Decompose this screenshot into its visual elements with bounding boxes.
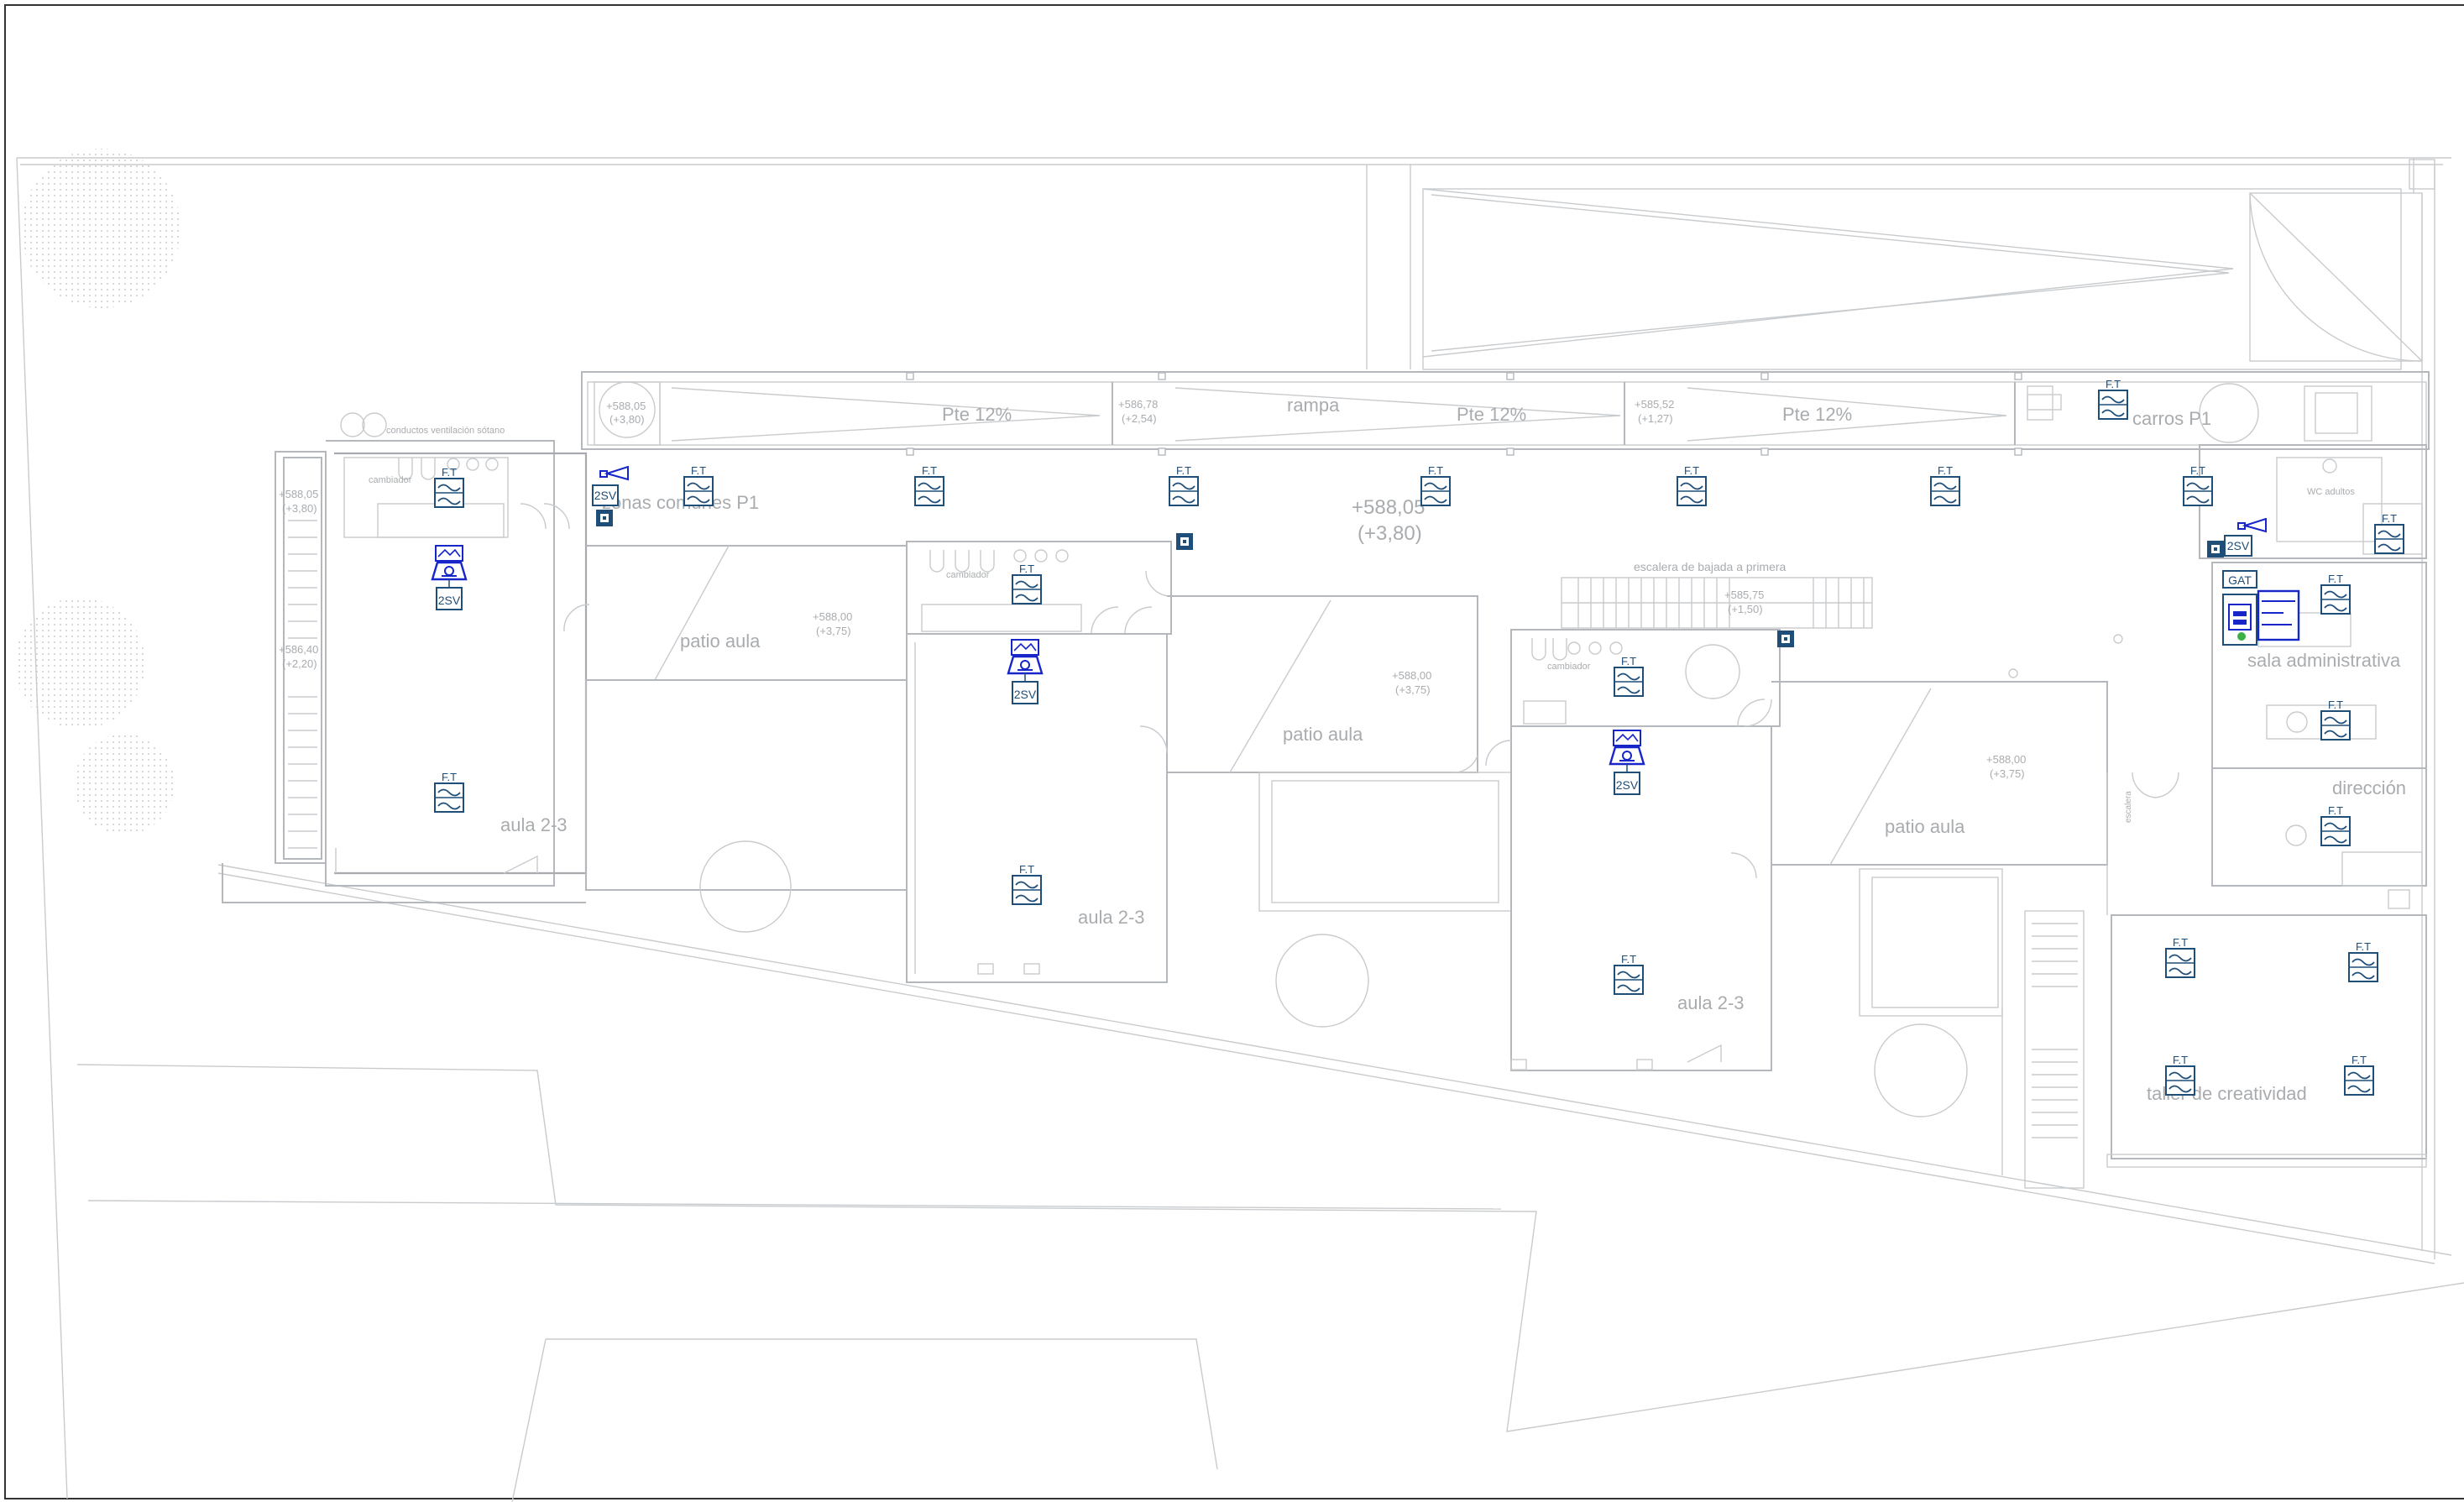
level-label: (+3,80) xyxy=(282,502,317,515)
level-label: +586,40 xyxy=(279,643,318,656)
status-dot xyxy=(2237,632,2246,641)
telecom-outlet-icon[interactable] xyxy=(1614,953,1644,995)
telecom-outlet-icon[interactable] xyxy=(1930,464,1960,506)
telecom-outlet-icon[interactable] xyxy=(914,464,944,506)
splitter-label: 2SV xyxy=(438,594,461,607)
label-cambiador: cambiador xyxy=(946,570,990,580)
room-label-patio: patio aula xyxy=(680,631,761,652)
level-label: (+3,75) xyxy=(1990,767,2025,780)
room-label-rampa: rampa xyxy=(1287,395,1340,416)
label-escalera: escalera de bajada a primera xyxy=(1634,560,1787,573)
level-label: +586,78 xyxy=(1118,398,1158,411)
wall-socket-icon[interactable] xyxy=(2207,541,2224,557)
telecom-outlet-icon[interactable] xyxy=(1012,563,1042,604)
level-label: +588,00 xyxy=(1392,669,1431,682)
splitter-label: 2SV xyxy=(1014,688,1037,701)
level-label: +588,05 xyxy=(279,488,318,500)
antenna-icon[interactable] xyxy=(2237,518,2267,532)
telecom-outlets xyxy=(434,378,2404,1096)
telecom-cabinet[interactable]: GAT xyxy=(2222,570,2300,646)
site-outline xyxy=(16,157,2464,1502)
room-label-patio: patio aula xyxy=(1283,724,1363,745)
level-label: (+2,54) xyxy=(1122,412,1157,425)
telecom-outlet-icon[interactable] xyxy=(2165,936,2195,978)
telecom-outlet-icon[interactable] xyxy=(1012,863,1042,905)
room-label-sala-administrativa: sala administrativa xyxy=(2247,650,2401,671)
telecom-outlet-icon[interactable] xyxy=(1169,464,1199,506)
room-label-direccion: dirección xyxy=(2332,777,2406,798)
level-label: +588,00 xyxy=(1986,753,2026,766)
level-label: (+1,50) xyxy=(1728,603,1763,615)
label-cambiador: cambiador xyxy=(369,475,412,485)
splitter-label: 2SV xyxy=(1616,778,1639,792)
telecom-outlet-icon[interactable] xyxy=(1677,464,1707,506)
rack-icon[interactable] xyxy=(2257,589,2300,641)
level-label: (+1,27) xyxy=(1638,412,1673,425)
telecom-outlet-icon[interactable] xyxy=(2320,573,2351,615)
splitter-label: 2SV xyxy=(2227,539,2250,552)
telecom-outlet-icon[interactable] xyxy=(2348,940,2378,982)
wall-socket-icon[interactable] xyxy=(1176,533,1193,550)
cabinet-panel xyxy=(2228,604,2252,631)
tree-canopies xyxy=(14,149,180,835)
cabinet-slot xyxy=(2233,611,2247,616)
telecom-outlet-icon[interactable] xyxy=(434,771,464,813)
level-label: (+3,75) xyxy=(1395,683,1431,696)
slope-label: Pte 12% xyxy=(1457,404,1526,425)
level-label: +585,75 xyxy=(1724,589,1764,601)
room-label-aula: aula 2-3 xyxy=(1078,907,1145,928)
telecom-outlet-icon[interactable] xyxy=(1420,464,1451,506)
wall-socket-icon[interactable] xyxy=(1777,631,1794,647)
telecom-outlet-icon[interactable] xyxy=(2165,1054,2195,1096)
label-cambiador: cambiador xyxy=(1547,662,1591,672)
splitter-label: 2SV xyxy=(594,489,617,502)
level-label: (+3,75) xyxy=(816,625,851,637)
level-label: (+2,20) xyxy=(282,657,317,670)
antenna-icon[interactable] xyxy=(599,466,629,480)
telecom-outlet-icon[interactable] xyxy=(683,464,714,506)
telecom-outlet-icon[interactable] xyxy=(434,466,464,508)
level-main: +588,05 xyxy=(1352,496,1425,519)
room-label-aula: aula 2-3 xyxy=(1677,992,1745,1013)
cabinet-slot xyxy=(2233,620,2247,625)
slope-label: Pte 12% xyxy=(1782,404,1852,425)
level-label: (+3,80) xyxy=(609,413,645,426)
level-main-relative: (+3,80) xyxy=(1358,522,1422,545)
label-conductos: conductos ventilación sótano xyxy=(386,426,505,436)
telecom-outlet-icon[interactable] xyxy=(2344,1054,2374,1096)
telecom-outlet-icon[interactable] xyxy=(2320,804,2351,846)
slope-label: Pte 12% xyxy=(942,404,1012,425)
telecom-outlet-icon[interactable] xyxy=(2374,512,2404,554)
gat-label: GAT xyxy=(2228,573,2252,587)
room-label-carros: carros P1 xyxy=(2132,408,2211,429)
room-label-zonas-comunes: zonas comunes P1 xyxy=(602,492,759,513)
telecom-outlet-icon[interactable] xyxy=(1614,655,1644,697)
wall-socket-icon[interactable] xyxy=(596,510,613,526)
label-wc: WC adultos xyxy=(2307,487,2355,497)
telecom-outlet-icon[interactable] xyxy=(2183,464,2213,506)
room-label-aula: aula 2-3 xyxy=(500,814,568,835)
room-label-patio: patio aula xyxy=(1885,816,1965,837)
label-escalera-vertical: escalera xyxy=(2124,791,2133,823)
level-label: +588,05 xyxy=(606,400,646,412)
level-label: +588,00 xyxy=(813,610,852,623)
telecom-outlet-icon[interactable] xyxy=(2098,378,2128,420)
drawing-border xyxy=(4,4,2464,1499)
floor-plan: F.T xyxy=(4,4,2464,1502)
level-label: +585,52 xyxy=(1635,398,1674,411)
building-walls xyxy=(222,412,2427,1189)
